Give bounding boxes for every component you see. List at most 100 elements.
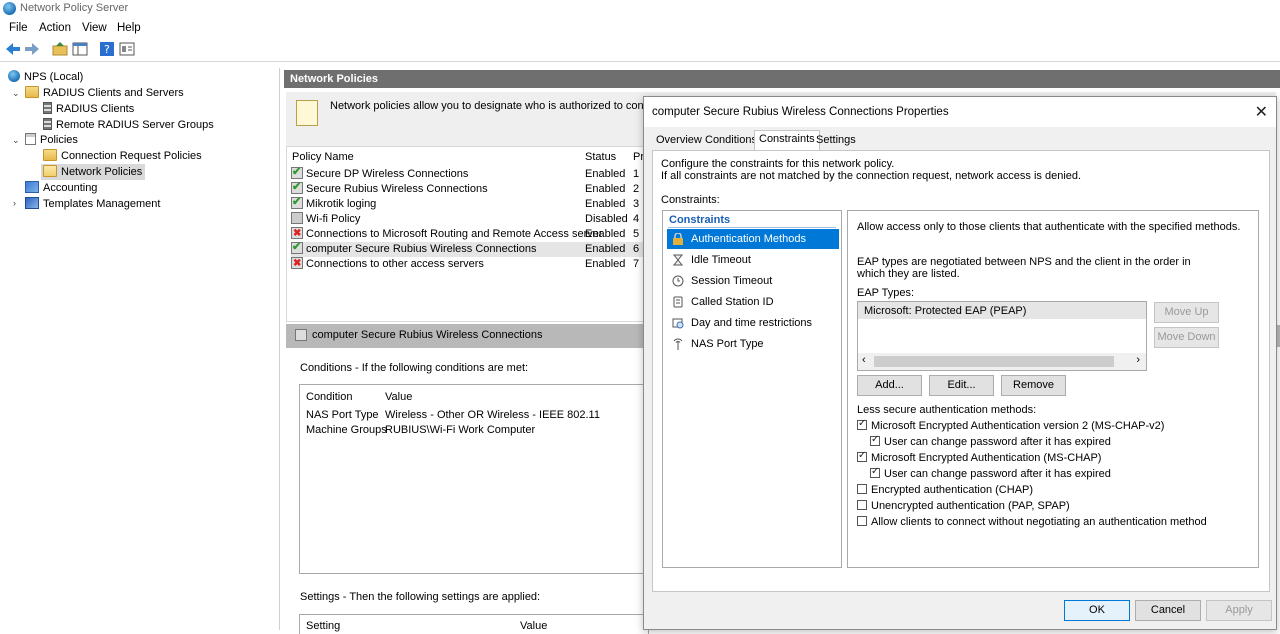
folder-icon bbox=[25, 86, 39, 98]
calendar-clock-icon bbox=[672, 318, 684, 329]
col-condition: Condition bbox=[306, 391, 353, 403]
policy-order: 2 bbox=[633, 183, 640, 195]
tree-network-policies[interactable]: Network Policies bbox=[41, 164, 146, 180]
policy-name: Connections to Microsoft Routing and Rem… bbox=[306, 228, 603, 240]
info-text: Network policies allow you to designate … bbox=[330, 100, 696, 112]
constraint-session-timeout[interactable]: Session Timeout bbox=[667, 271, 839, 291]
constraints-label: Constraints: bbox=[661, 194, 720, 206]
show-hide-tree-icon[interactable] bbox=[72, 41, 88, 57]
folder-icon bbox=[43, 149, 57, 161]
constraint-idle-timeout[interactable]: Idle Timeout bbox=[667, 250, 839, 270]
horizontal-scrollbar[interactable]: ‹ › bbox=[858, 353, 1146, 370]
policy-name: Connections to other access servers bbox=[306, 258, 484, 270]
col-policy-name[interactable]: Policy Name bbox=[292, 151, 354, 163]
col-status[interactable]: Status bbox=[585, 151, 616, 163]
back-arrow-icon[interactable] bbox=[5, 41, 21, 57]
auth-method-label: Allow clients to connect without negotia… bbox=[871, 516, 1207, 528]
constraint-authentication-methods[interactable]: Authentication Methods bbox=[667, 229, 839, 249]
checkbox-box[interactable] bbox=[870, 434, 880, 446]
close-icon[interactable]: ✕ bbox=[1255, 102, 1268, 122]
eap-types-label: EAP Types: bbox=[857, 287, 915, 299]
scrollbar-thumb[interactable] bbox=[874, 356, 1114, 367]
nps-server-icon bbox=[8, 70, 20, 82]
tab-constraints[interactable]: Constraints bbox=[754, 130, 820, 151]
tab-overview[interactable]: Overview bbox=[652, 132, 706, 150]
policy-name: Wi-fi Policy bbox=[306, 213, 361, 225]
auth-method-checkbox[interactable]: Microsoft Encrypted Authentication (MS-C… bbox=[857, 450, 1101, 464]
checkbox-box[interactable] bbox=[857, 484, 867, 494]
menu-action[interactable]: Action bbox=[39, 22, 71, 34]
auth-method-checkbox[interactable]: Unencrypted authentication (PAP, SPAP) bbox=[857, 500, 1070, 512]
auth-method-checkbox[interactable]: User can change password after it has ex… bbox=[870, 434, 1111, 448]
selected-policy-title: computer Secure Rubius Wireless Connecti… bbox=[312, 329, 543, 341]
policy-order: 6 bbox=[633, 243, 640, 255]
help-icon[interactable]: ? bbox=[99, 41, 115, 57]
tab-settings[interactable]: Settings bbox=[812, 132, 860, 150]
edit-button[interactable]: Edit... bbox=[929, 375, 994, 396]
auth-method-checkbox[interactable]: Microsoft Encrypted Authentication versi… bbox=[857, 418, 1165, 432]
tree-templates-management[interactable]: Templates Management bbox=[25, 196, 160, 212]
policy-enabled-icon bbox=[295, 329, 307, 341]
up-folder-icon[interactable] bbox=[52, 41, 68, 57]
constraint-day-time-restrictions[interactable]: Day and time restrictions bbox=[667, 313, 839, 333]
tree-policies[interactable]: Policies bbox=[25, 132, 78, 148]
policy-name: Secure Rubius Wireless Connections bbox=[306, 183, 488, 195]
auth-method-checkbox[interactable]: Encrypted authentication (CHAP) bbox=[857, 484, 1033, 496]
group-divider bbox=[668, 227, 836, 228]
eap-types-list[interactable]: Microsoft: Protected EAP (PEAP) ‹ › bbox=[857, 301, 1147, 371]
tree-accounting[interactable]: Accounting bbox=[25, 180, 97, 196]
menu-view[interactable]: View bbox=[82, 22, 107, 34]
ok-button[interactable]: OK bbox=[1064, 600, 1130, 621]
checkbox-box[interactable] bbox=[857, 516, 867, 526]
tree-connection-request-policies[interactable]: Connection Request Policies bbox=[43, 148, 202, 164]
policy-deny-icon bbox=[291, 256, 303, 271]
checkbox-box[interactable] bbox=[857, 450, 867, 462]
chevron-right-icon[interactable]: › bbox=[13, 198, 16, 208]
cancel-button[interactable]: Cancel bbox=[1135, 600, 1201, 621]
tree-nps-local[interactable]: NPS (Local) bbox=[8, 69, 83, 85]
move-down-button[interactable]: Move Down bbox=[1154, 327, 1219, 348]
condition-value: Wireless - Other OR Wireless - IEEE 802.… bbox=[385, 409, 600, 421]
toolbar: ? bbox=[0, 38, 1280, 62]
tree-remote-radius-groups[interactable]: Remote RADIUS Server Groups bbox=[43, 117, 214, 133]
wireless-antenna-icon bbox=[673, 338, 683, 350]
condition-value: RUBIUS\Wi-Fi Work Computer bbox=[385, 424, 536, 436]
nps-app-icon bbox=[3, 2, 16, 15]
policy-status: Enabled bbox=[585, 243, 626, 255]
conditions-caption: Conditions - If the following conditions… bbox=[300, 362, 529, 374]
constraint-called-station-id[interactable]: Called Station ID bbox=[667, 292, 839, 312]
scroll-left-icon[interactable]: ‹ bbox=[862, 354, 866, 366]
intro-line-2: If all constraints are not matched by th… bbox=[661, 170, 1082, 182]
move-up-button[interactable]: Move Up bbox=[1154, 302, 1219, 323]
templates-icon bbox=[25, 197, 39, 209]
auth-method-label: Microsoft Encrypted Authentication versi… bbox=[871, 420, 1165, 432]
auth-method-checkbox[interactable]: User can change password after it has ex… bbox=[870, 466, 1111, 480]
lock-icon bbox=[673, 233, 683, 245]
policy-enabled-icon bbox=[291, 180, 303, 195]
policy-name: Mikrotik loging bbox=[306, 198, 377, 210]
policy-order: 5 bbox=[633, 228, 640, 240]
menu-help[interactable]: Help bbox=[117, 22, 141, 34]
policy-order: 3 bbox=[633, 198, 640, 210]
add-button[interactable]: Add... bbox=[857, 375, 922, 396]
scroll-right-icon[interactable]: › bbox=[1136, 354, 1140, 366]
auth-method-checkbox[interactable]: Allow clients to connect without negotia… bbox=[857, 516, 1207, 528]
properties-view-icon[interactable] bbox=[119, 41, 135, 57]
chevron-down-icon[interactable]: ⌄ bbox=[12, 88, 20, 99]
title-bar: Network Policy Server bbox=[0, 0, 1280, 18]
constraint-nas-port-type[interactable]: NAS Port Type bbox=[667, 334, 839, 354]
checkbox-box[interactable] bbox=[870, 466, 880, 478]
checkbox-box[interactable] bbox=[857, 418, 867, 430]
remove-button[interactable]: Remove bbox=[1001, 375, 1066, 396]
apply-button[interactable]: Apply bbox=[1206, 600, 1272, 621]
tree-radius-clients-servers[interactable]: RADIUS Clients and Servers bbox=[25, 85, 184, 101]
checkbox-box[interactable] bbox=[857, 500, 867, 510]
menu-file[interactable]: File bbox=[9, 22, 28, 34]
tree-radius-clients[interactable]: RADIUS Clients bbox=[43, 101, 134, 117]
auth-method-label: User can change password after it has ex… bbox=[884, 468, 1111, 480]
eap-type-label: Microsoft: Protected EAP (PEAP) bbox=[864, 305, 1027, 317]
svg-text:?: ? bbox=[104, 43, 110, 56]
chevron-down-icon[interactable]: ⌄ bbox=[12, 135, 20, 146]
tab-conditions[interactable]: Conditions bbox=[701, 132, 761, 150]
forward-arrow-icon[interactable] bbox=[24, 41, 40, 57]
